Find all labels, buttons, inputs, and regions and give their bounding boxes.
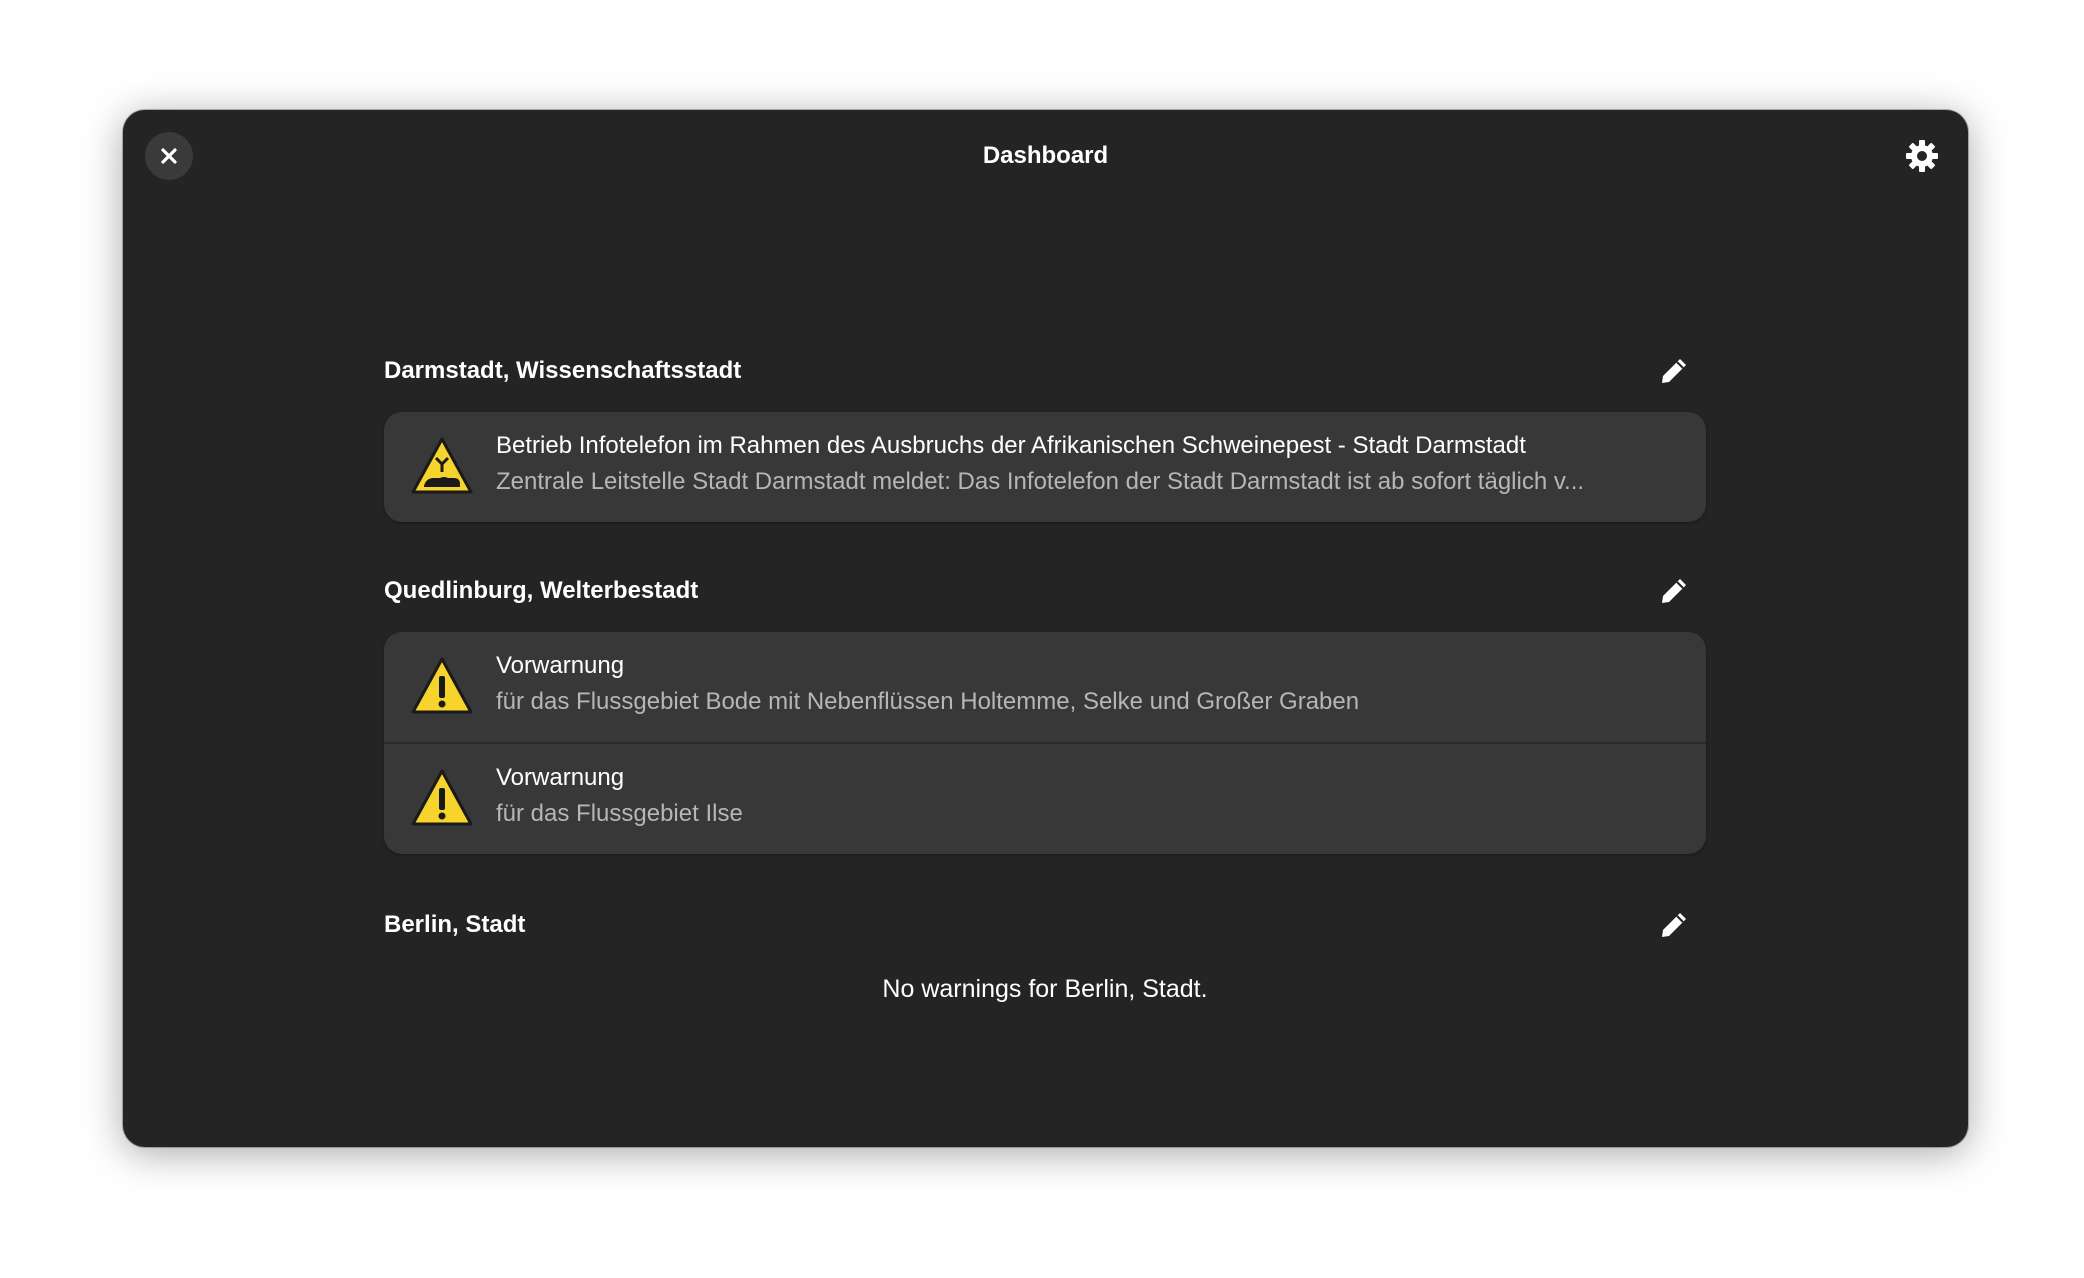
window-title: Dashboard [982, 142, 1109, 169]
warning-icon [411, 769, 473, 826]
edit-location-button[interactable] [1652, 903, 1696, 947]
location-title: Berlin, Stadt [384, 911, 526, 938]
warnings-card: Betrieb Infotelefon im Rahmen des Ausbru… [384, 412, 1706, 522]
warning-row[interactable]: Vorwarnung für das Flussgebiet Ilse [384, 742, 1706, 854]
section-header: Darmstadt, Wissenschaftsstadt [384, 341, 1706, 401]
pencil-icon [1662, 913, 1686, 937]
location-section-berlin: Berlin, Stadt No warnings for Berlin, St… [384, 895, 1706, 1004]
location-section-darmstadt: Darmstadt, Wissenschaftsstadt Betrieb In… [384, 341, 1706, 522]
warning-subtitle: Zentrale Leitstelle Stadt Darmstadt meld… [496, 468, 1585, 495]
animal-disease-warning-icon [411, 437, 473, 494]
warning-row[interactable]: Betrieb Infotelefon im Rahmen des Ausbru… [384, 412, 1706, 522]
warning-title: Vorwarnung [496, 764, 625, 791]
warning-row[interactable]: Vorwarnung für das Flussgebiet Bode mit … [384, 632, 1706, 742]
location-section-quedlinburg: Quedlinburg, Welterbestadt Vorwarnung fü… [384, 561, 1706, 854]
settings-button[interactable] [1898, 132, 1946, 180]
edit-location-button[interactable] [1652, 349, 1696, 393]
section-header: Quedlinburg, Welterbestadt [384, 561, 1706, 621]
warnings-card: Vorwarnung für das Flussgebiet Bode mit … [384, 632, 1706, 854]
pencil-icon [1662, 359, 1686, 383]
warning-subtitle: für das Flussgebiet Ilse [496, 800, 743, 827]
warning-title: Betrieb Infotelefon im Rahmen des Ausbru… [496, 432, 1526, 459]
header-bar: Dashboard [123, 110, 1968, 200]
no-warnings-text: No warnings for Berlin, Stadt. [882, 975, 1208, 1003]
gear-icon [1906, 140, 1938, 172]
warning-icon [411, 657, 473, 714]
dashboard-window: Dashboard Darmstadt, Wissenschaftsstadt … [123, 110, 1968, 1147]
location-title: Darmstadt, Wissenschaftsstadt [384, 357, 742, 384]
location-title: Quedlinburg, Welterbestadt [384, 577, 699, 604]
warning-title: Vorwarnung [496, 652, 625, 679]
section-header: Berlin, Stadt [384, 895, 1706, 955]
edit-location-button[interactable] [1652, 569, 1696, 613]
warning-subtitle: für das Flussgebiet Bode mit Nebenflüsse… [496, 688, 1360, 715]
pencil-icon [1662, 579, 1686, 603]
